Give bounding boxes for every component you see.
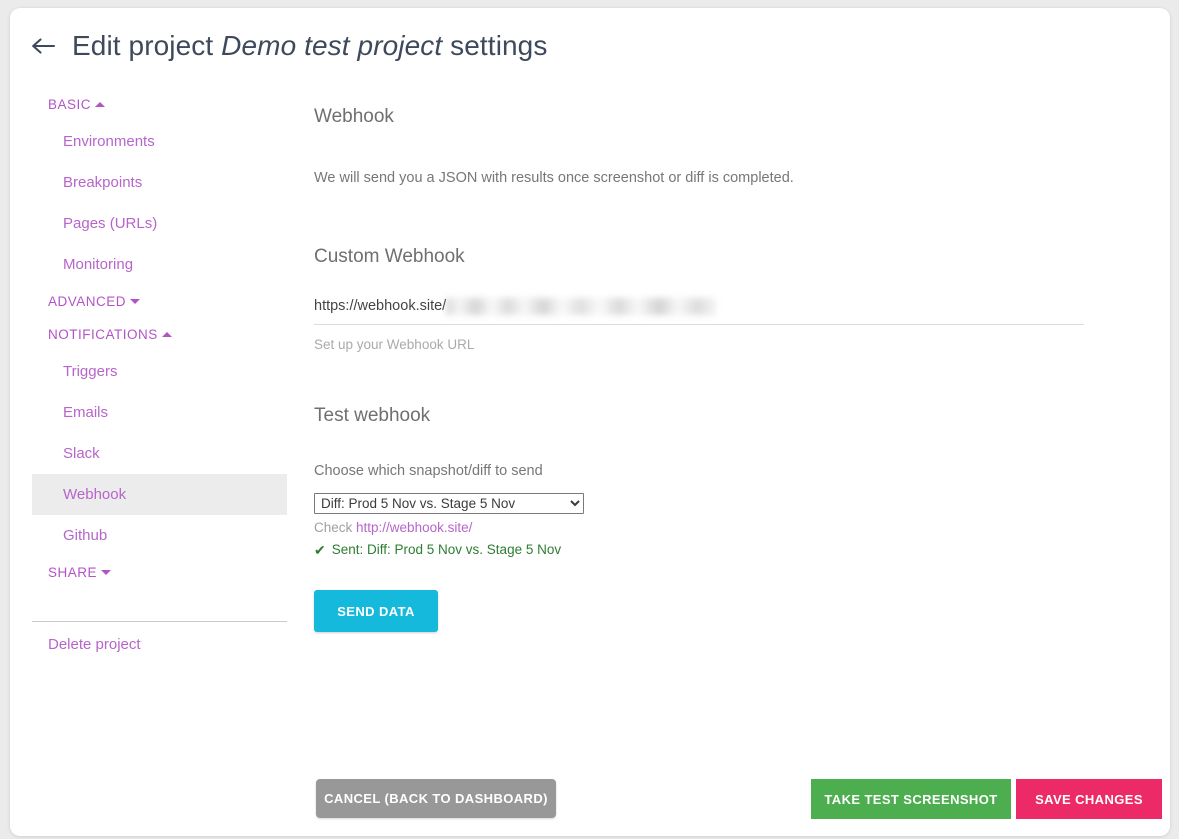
caret-down-icon <box>101 570 112 575</box>
webhook-section-description: We will send you a JSON with results onc… <box>314 170 794 186</box>
sidebar-item-breakpoints[interactable]: Breakpoints <box>22 162 297 203</box>
check-prefix-label: Check <box>314 520 357 535</box>
sidebar-item-label: Pages (URLs) <box>63 215 158 232</box>
page-title-suffix: settings <box>442 30 548 61</box>
footer-action-bar: CANCEL (BACK TO DASHBOARD) TAKE TEST SCR… <box>10 770 1170 830</box>
check-icon: ✔ <box>314 542 326 558</box>
sidebar-group-basic[interactable]: BASIC <box>22 88 297 121</box>
delete-project-label: Delete project <box>48 636 141 653</box>
webhook-check-line: Check http://webhook.site/ <box>314 519 1084 537</box>
sidebar-group-share-label: SHARE <box>48 565 98 580</box>
page-title: Edit project Demo test project settings <box>72 30 547 62</box>
custom-webhook-input[interactable]: https://webhook.site/ <box>314 296 1084 316</box>
sidebar-item-label: Environments <box>63 133 155 150</box>
sent-status: ✔ Sent: Diff: Prod 5 Nov vs. Stage 5 Nov <box>314 541 1084 559</box>
custom-webhook-field[interactable]: https://webhook.site/ <box>314 296 1084 325</box>
caret-up-icon <box>95 102 106 107</box>
sidebar-group-notifications-label: NOTIFICATIONS <box>48 327 158 342</box>
cancel-button[interactable]: CANCEL (BACK TO DASHBOARD) <box>316 779 556 818</box>
page-header: Edit project Demo test project settings <box>28 30 547 62</box>
settings-card: Edit project Demo test project settings … <box>10 8 1170 836</box>
delete-project-link[interactable]: Delete project <box>22 622 297 653</box>
sidebar-item-label: Triggers <box>63 363 118 380</box>
redacted-url-token <box>446 297 717 315</box>
sidebar-item-webhook[interactable]: Webhook <box>32 474 287 515</box>
sidebar-group-basic-label: BASIC <box>48 97 92 112</box>
settings-content: Webhook We will send you a JSON with res… <box>314 104 1084 632</box>
settings-sidebar: BASIC Environments Breakpoints Pages (UR… <box>22 88 297 653</box>
custom-webhook-block: Custom Webhook https://webhook.site/ Set… <box>314 244 1084 354</box>
page-title-project: Demo test project <box>221 30 443 61</box>
caret-up-icon <box>161 332 172 337</box>
save-changes-button[interactable]: SAVE CHANGES <box>1016 779 1162 819</box>
choose-snapshot-label: Choose which snapshot/diff to send <box>314 463 543 479</box>
sidebar-item-triggers[interactable]: Triggers <box>22 351 297 392</box>
sidebar-item-label: Slack <box>63 445 100 462</box>
sidebar-item-label: Emails <box>63 404 109 421</box>
sidebar-item-label: Breakpoints <box>63 174 143 191</box>
sidebar-item-github[interactable]: Github <box>22 515 297 556</box>
page-title-prefix: Edit project <box>72 30 222 61</box>
custom-webhook-url-value: https://webhook.site/ <box>314 298 447 314</box>
test-webhook-block: Test webhook Choose which snapshot/diff … <box>314 403 1084 632</box>
custom-webhook-title: Custom Webhook <box>314 246 465 267</box>
sidebar-item-environments[interactable]: Environments <box>22 121 297 162</box>
webhook-site-link[interactable]: http://webhook.site/ <box>356 520 472 535</box>
sidebar-item-label: Monitoring <box>63 256 134 273</box>
take-test-screenshot-button[interactable]: TAKE TEST SCREENSHOT <box>811 779 1011 819</box>
arrow-left-icon[interactable] <box>28 32 58 60</box>
test-webhook-title: Test webhook <box>314 405 431 426</box>
sidebar-group-advanced-label: ADVANCED <box>48 294 127 309</box>
snapshot-select[interactable]: Diff: Prod 5 Nov vs. Stage 5 Nov <box>314 493 584 514</box>
webhook-section-title: Webhook <box>314 106 394 127</box>
sidebar-item-monitoring[interactable]: Monitoring <box>22 244 297 285</box>
sent-status-text: Sent: Diff: Prod 5 Nov vs. Stage 5 Nov <box>331 542 562 557</box>
sidebar-item-slack[interactable]: Slack <box>22 433 297 474</box>
sidebar-group-notifications[interactable]: NOTIFICATIONS <box>22 318 297 351</box>
sidebar-item-pages-urls[interactable]: Pages (URLs) <box>22 203 297 244</box>
sidebar-group-share[interactable]: SHARE <box>22 556 297 589</box>
send-data-button[interactable]: SEND DATA <box>314 590 438 632</box>
caret-down-icon <box>130 299 141 304</box>
sidebar-item-label: Webhook <box>63 486 127 503</box>
custom-webhook-hint: Set up your Webhook URL <box>314 337 475 352</box>
sidebar-group-advanced[interactable]: ADVANCED <box>22 285 297 318</box>
sidebar-item-emails[interactable]: Emails <box>22 392 297 433</box>
sidebar-item-label: Github <box>63 527 108 544</box>
